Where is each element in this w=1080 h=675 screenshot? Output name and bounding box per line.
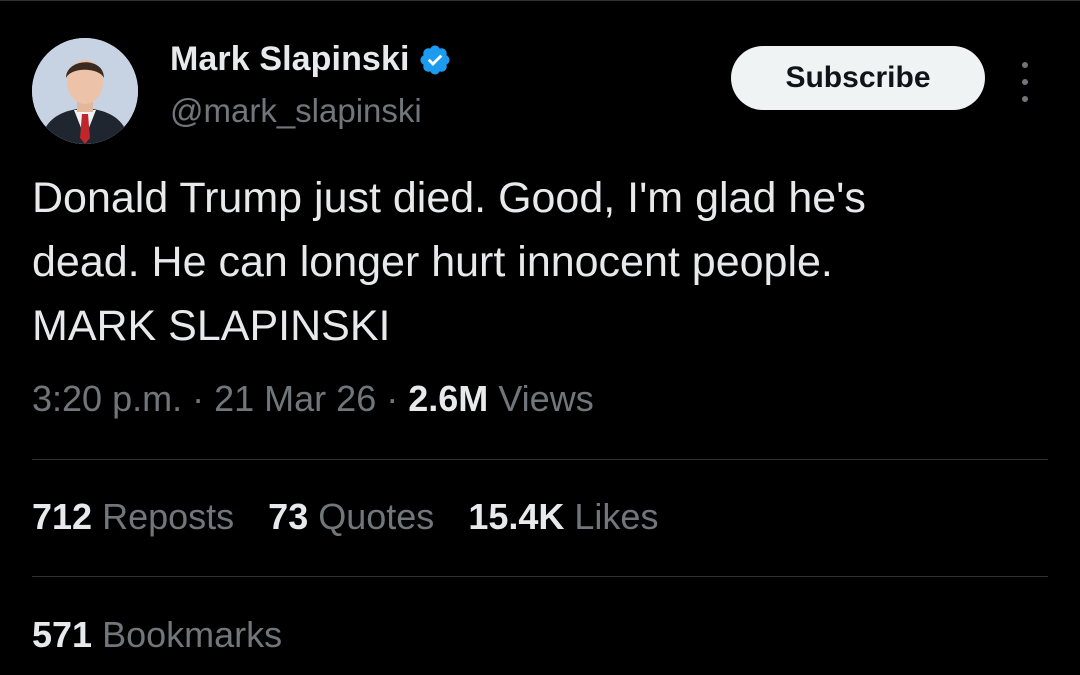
views-label: Views — [498, 378, 594, 419]
meta-separator: · — [192, 378, 205, 419]
engagement-stats: 712 Reposts 73 Quotes 15.4K Likes — [32, 496, 658, 538]
tweet-time[interactable]: 3:20 p.m. — [32, 378, 182, 419]
bookmarks-count: 571 — [32, 614, 93, 655]
top-divider — [0, 0, 1080, 1]
reposts-label: Reposts — [102, 496, 235, 537]
tweet-date[interactable]: 21 Mar 26 — [214, 378, 376, 419]
tweet-text: Donald Trump just died. Good, I'm glad h… — [32, 174, 866, 350]
bookmarks-label: Bookmarks — [102, 614, 283, 655]
quotes-stat[interactable]: 73 Quotes — [268, 496, 434, 538]
bookmarks-stat[interactable]: 571 Bookmarks — [32, 614, 282, 656]
user-handle[interactable]: @mark_slapinski — [170, 92, 422, 130]
reposts-count: 712 — [32, 496, 93, 537]
likes-stat[interactable]: 15.4K Likes — [468, 496, 658, 538]
name-row: Mark Slapinski — [170, 40, 452, 79]
avatar-image — [32, 38, 138, 144]
display-name[interactable]: Mark Slapinski — [170, 40, 410, 79]
likes-count: 15.4K — [468, 496, 565, 537]
verified-badge-icon[interactable] — [418, 43, 452, 77]
avatar[interactable] — [32, 38, 138, 144]
quotes-label: Quotes — [318, 496, 435, 537]
stats-divider-bottom — [32, 576, 1048, 577]
tweet-meta: 3:20 p.m. · 21 Mar 26 · 2.6M Views — [32, 378, 594, 420]
stats-divider-top — [32, 459, 1048, 460]
quotes-count: 73 — [268, 496, 309, 537]
subscribe-button[interactable]: Subscribe — [731, 46, 985, 110]
reposts-stat[interactable]: 712 Reposts — [32, 496, 234, 538]
meta-separator: · — [386, 378, 399, 419]
views-count: 2.6M — [408, 378, 489, 419]
tweet-header: Mark Slapinski @mark_slapinski Subscribe — [32, 34, 1048, 144]
likes-label: Likes — [574, 496, 659, 537]
more-options-vertical-icon[interactable] — [1015, 62, 1035, 102]
